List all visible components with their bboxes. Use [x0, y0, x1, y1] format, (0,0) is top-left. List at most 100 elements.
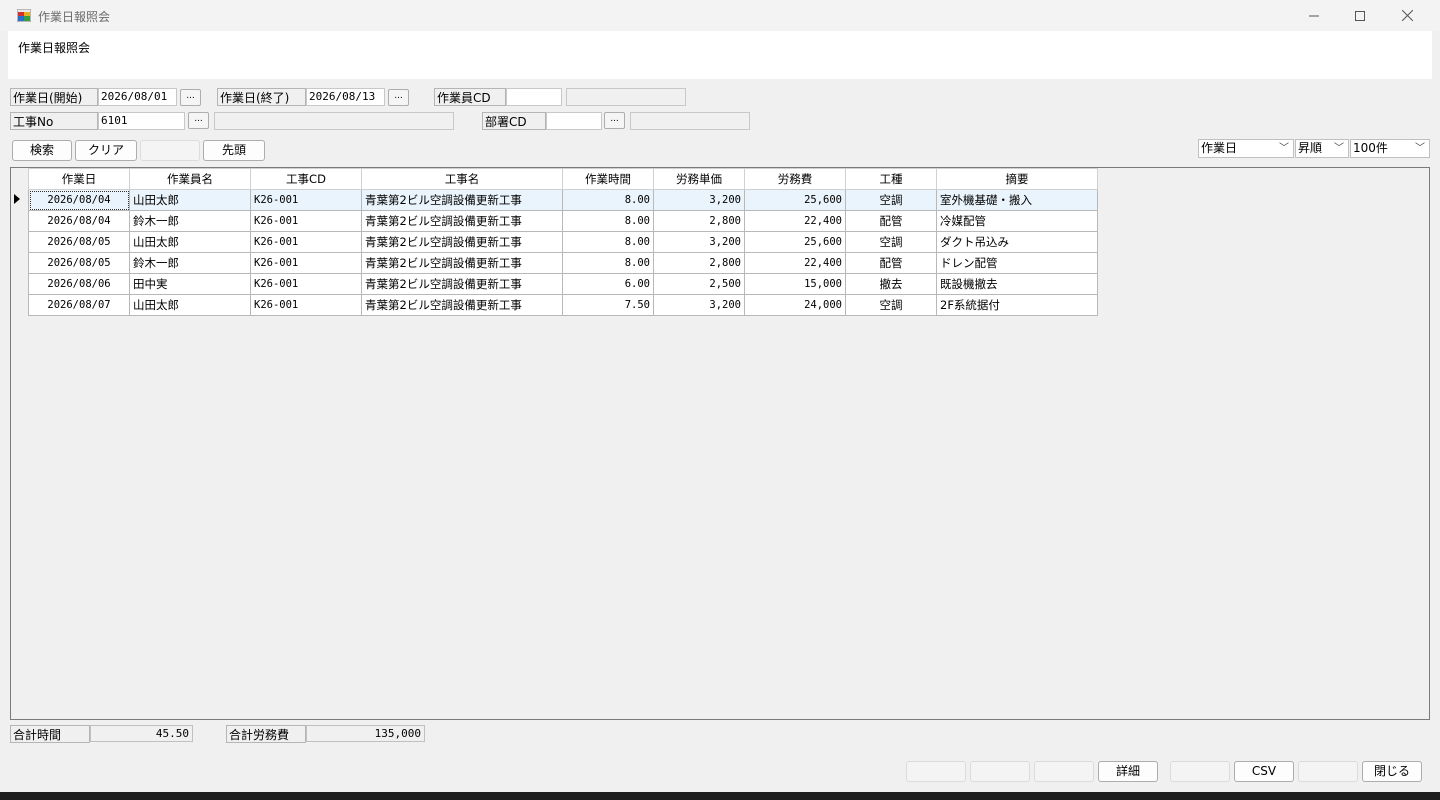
- cell-koji-cd[interactable]: K26-001: [250, 231, 362, 253]
- footer-blank-button-2[interactable]: [970, 761, 1030, 782]
- cell-type[interactable]: 配管: [845, 252, 937, 274]
- cell-date[interactable]: 2026/08/05: [28, 231, 130, 253]
- cell-date[interactable]: 2026/08/04: [28, 189, 130, 211]
- cell-type[interactable]: 空調: [845, 189, 937, 211]
- cell-unit-price[interactable]: 2,800: [653, 210, 745, 232]
- row-header[interactable]: [11, 231, 29, 253]
- cell-worker[interactable]: 鈴木一郎: [129, 210, 251, 232]
- cell-hours[interactable]: 8.00: [562, 252, 654, 274]
- sort-order-select[interactable]: 昇順 ﹀: [1295, 139, 1349, 158]
- column-header[interactable]: 労務費: [744, 168, 846, 190]
- date-end-picker-button[interactable]: ...: [388, 89, 409, 106]
- footer-blank-button-3[interactable]: [1034, 761, 1094, 782]
- page-size-select[interactable]: 100件 ﹀: [1350, 139, 1430, 158]
- row-header[interactable]: [11, 294, 29, 316]
- minimize-button[interactable]: [1291, 0, 1337, 31]
- koji-no-input[interactable]: 6101: [98, 112, 185, 130]
- dept-cd-input[interactable]: [546, 112, 602, 130]
- row-header[interactable]: [11, 210, 29, 232]
- table-row[interactable]: 2026/08/04 山田太郎 K26-001 青葉第2ビル空調設備更新工事 8…: [11, 189, 1098, 211]
- cell-unit-price[interactable]: 3,200: [653, 231, 745, 253]
- blank-button[interactable]: [140, 140, 200, 161]
- cell-unit-price[interactable]: 2,500: [653, 273, 745, 295]
- cell-cost[interactable]: 25,600: [744, 231, 846, 253]
- cell-koji-name[interactable]: 青葉第2ビル空調設備更新工事: [361, 231, 563, 253]
- cell-koji-name[interactable]: 青葉第2ビル空調設備更新工事: [361, 189, 563, 211]
- footer-blank-button-5[interactable]: [1298, 761, 1358, 782]
- cell-type[interactable]: 配管: [845, 210, 937, 232]
- cell-type[interactable]: 空調: [845, 294, 937, 316]
- cell-koji-cd[interactable]: K26-001: [250, 189, 362, 211]
- cell-note[interactable]: 既設機撤去: [936, 273, 1098, 295]
- table-row[interactable]: 2026/08/04 鈴木一郎 K26-001 青葉第2ビル空調設備更新工事 8…: [11, 210, 1098, 232]
- search-button[interactable]: 検索: [12, 140, 72, 161]
- table-row[interactable]: 2026/08/07 山田太郎 K26-001 青葉第2ビル空調設備更新工事 7…: [11, 294, 1098, 316]
- cell-worker[interactable]: 鈴木一郎: [129, 252, 251, 274]
- cell-koji-name[interactable]: 青葉第2ビル空調設備更新工事: [361, 273, 563, 295]
- column-header[interactable]: 工種: [845, 168, 937, 190]
- date-start-picker-button[interactable]: ...: [180, 89, 201, 106]
- cell-note[interactable]: 冷媒配管: [936, 210, 1098, 232]
- cell-worker[interactable]: 山田太郎: [129, 231, 251, 253]
- clear-button[interactable]: クリア: [75, 140, 137, 161]
- cell-hours[interactable]: 8.00: [562, 189, 654, 211]
- close-window-button[interactable]: [1384, 0, 1430, 31]
- column-header[interactable]: 摘要: [936, 168, 1098, 190]
- detail-button[interactable]: 詳細: [1098, 761, 1158, 782]
- footer-blank-button-1[interactable]: [906, 761, 966, 782]
- koji-picker-button[interactable]: ...: [188, 112, 209, 129]
- cell-hours[interactable]: 8.00: [562, 231, 654, 253]
- row-header[interactable]: [11, 273, 29, 295]
- cell-cost[interactable]: 22,400: [744, 210, 846, 232]
- cell-type[interactable]: 撤去: [845, 273, 937, 295]
- cell-cost[interactable]: 22,400: [744, 252, 846, 274]
- cell-koji-name[interactable]: 青葉第2ビル空調設備更新工事: [361, 210, 563, 232]
- cell-hours[interactable]: 8.00: [562, 210, 654, 232]
- cell-note[interactable]: ダクト吊込み: [936, 231, 1098, 253]
- cell-cost[interactable]: 15,000: [744, 273, 846, 295]
- cell-koji-name[interactable]: 青葉第2ビル空調設備更新工事: [361, 294, 563, 316]
- table-row[interactable]: 2026/08/05 山田太郎 K26-001 青葉第2ビル空調設備更新工事 8…: [11, 231, 1098, 253]
- footer-blank-button-4[interactable]: [1170, 761, 1230, 782]
- table-row[interactable]: 2026/08/05 鈴木一郎 K26-001 青葉第2ビル空調設備更新工事 8…: [11, 252, 1098, 274]
- date-start-input[interactable]: 2026/08/01: [98, 88, 177, 106]
- cell-koji-cd[interactable]: K26-001: [250, 210, 362, 232]
- cell-date[interactable]: 2026/08/07: [28, 294, 130, 316]
- cell-hours[interactable]: 7.50: [562, 294, 654, 316]
- results-grid[interactable]: 作業日 作業員名 工事CD 工事名 作業時間 労務単価 労務費 工種 摘要 20…: [10, 167, 1430, 720]
- row-header[interactable]: [11, 189, 29, 211]
- cell-cost[interactable]: 25,600: [744, 189, 846, 211]
- cell-date[interactable]: 2026/08/05: [28, 252, 130, 274]
- column-header[interactable]: 作業時間: [562, 168, 654, 190]
- column-header[interactable]: 工事名: [361, 168, 563, 190]
- column-header[interactable]: 工事CD: [250, 168, 362, 190]
- cell-cost[interactable]: 24,000: [744, 294, 846, 316]
- cell-unit-price[interactable]: 2,800: [653, 252, 745, 274]
- table-row[interactable]: 2026/08/06 田中実 K26-001 青葉第2ビル空調設備更新工事 6.…: [11, 273, 1098, 295]
- cell-koji-cd[interactable]: K26-001: [250, 294, 362, 316]
- cell-unit-price[interactable]: 3,200: [653, 189, 745, 211]
- csv-button[interactable]: CSV: [1234, 761, 1294, 782]
- cell-worker[interactable]: 田中実: [129, 273, 251, 295]
- maximize-button[interactable]: [1337, 0, 1383, 31]
- cell-note[interactable]: 室外機基礎・搬入: [936, 189, 1098, 211]
- cell-unit-price[interactable]: 3,200: [653, 294, 745, 316]
- cell-worker[interactable]: 山田太郎: [129, 189, 251, 211]
- dept-picker-button[interactable]: ...: [604, 112, 625, 129]
- date-end-input[interactable]: 2026/08/13: [306, 88, 385, 106]
- cell-hours[interactable]: 6.00: [562, 273, 654, 295]
- cell-note[interactable]: ドレン配管: [936, 252, 1098, 274]
- cell-date[interactable]: 2026/08/06: [28, 273, 130, 295]
- cell-worker[interactable]: 山田太郎: [129, 294, 251, 316]
- worker-cd-input[interactable]: [506, 88, 562, 106]
- row-header[interactable]: [11, 252, 29, 274]
- close-button[interactable]: 閉じる: [1362, 761, 1422, 782]
- cell-type[interactable]: 空調: [845, 231, 937, 253]
- cell-koji-cd[interactable]: K26-001: [250, 273, 362, 295]
- cell-date[interactable]: 2026/08/04: [28, 210, 130, 232]
- column-header[interactable]: 作業員名: [129, 168, 251, 190]
- top-button[interactable]: 先頭: [203, 140, 265, 161]
- cell-note[interactable]: 2F系統据付: [936, 294, 1098, 316]
- sort-field-select[interactable]: 作業日 ﹀: [1198, 139, 1294, 158]
- cell-koji-cd[interactable]: K26-001: [250, 252, 362, 274]
